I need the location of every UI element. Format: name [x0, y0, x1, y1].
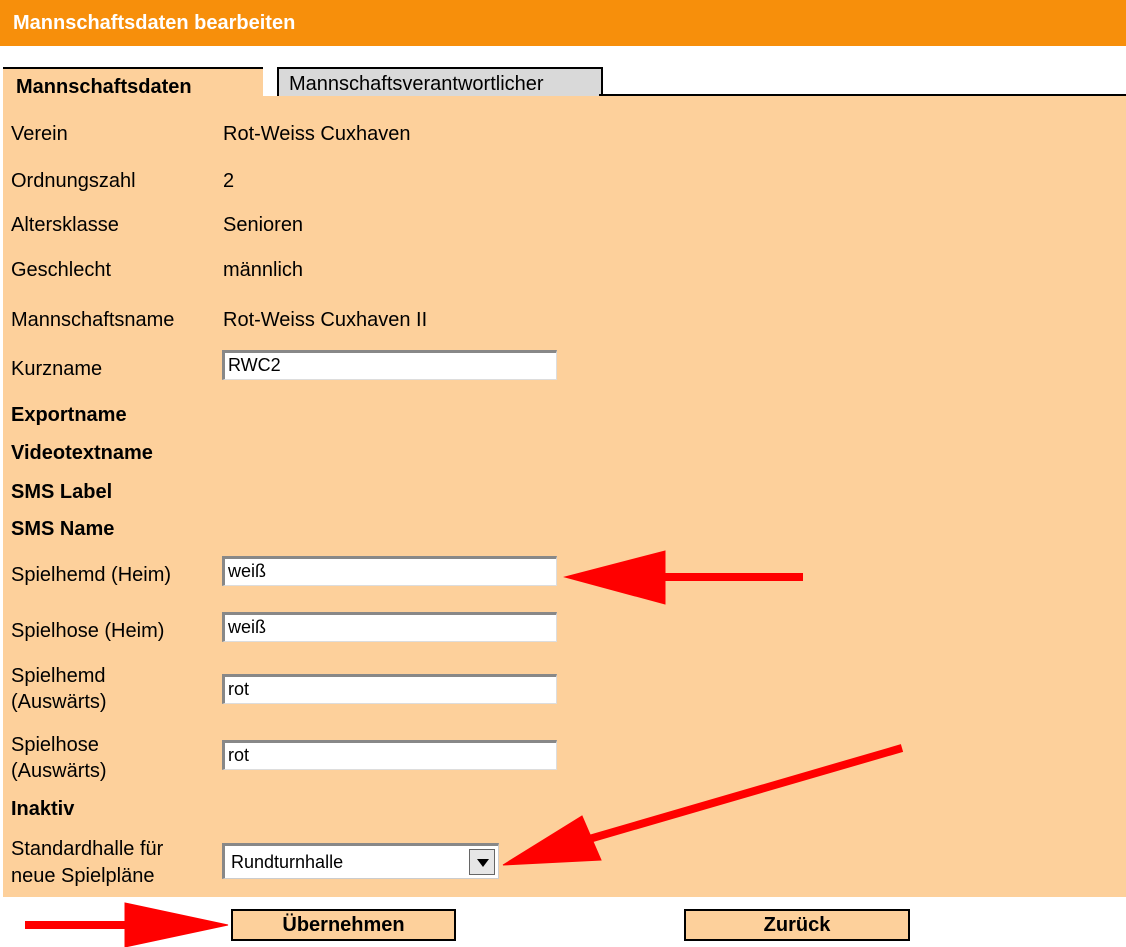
standardhalle-selected-value: Rundturnhalle	[231, 852, 344, 872]
kurzname-label: Kurzname	[11, 358, 103, 380]
form-panel	[3, 96, 1126, 897]
mannschaftsname-label: Mannschaftsname	[11, 309, 175, 331]
spielhose-heim-input[interactable]: weiß	[222, 612, 557, 642]
tab-mannschaftsdaten[interactable]: Mannschaftsdaten	[3, 67, 263, 99]
verein-label: Verein	[11, 123, 68, 145]
altersklasse-value: Senioren	[223, 214, 304, 236]
exportname-label: Exportname	[11, 404, 127, 426]
geschlecht-label: Geschlecht	[11, 259, 112, 281]
spielhose-auswaerts-input[interactable]: rot	[222, 740, 557, 770]
spielhose-heim-label: Spielhose (Heim)	[11, 620, 165, 642]
spielhose-auswaerts-label-1: Spielhose	[11, 734, 99, 756]
tab-label: Mannschaftsdaten	[16, 76, 192, 98]
zurueck-button[interactable]: Zurück	[684, 909, 910, 941]
tab-mannschaftsverantwortlicher[interactable]: Mannschaftsverantwortlicher	[277, 67, 603, 96]
spielhemd-heim-input[interactable]: weiß	[222, 556, 557, 586]
spielhose-auswaerts-label-2: (Auswärts)	[11, 760, 107, 782]
tab-label: Mannschaftsverantwortlicher	[289, 73, 544, 95]
verein-value: Rot-Weiss Cuxhaven	[223, 123, 411, 145]
inaktiv-label: Inaktiv	[11, 798, 75, 820]
standardhalle-select[interactable]: Rundturnhalle	[222, 843, 499, 879]
chevron-down-icon[interactable]	[469, 849, 495, 875]
spielhemd-heim-label: Spielhemd (Heim)	[11, 564, 172, 586]
spielhemd-auswaerts-label-1: Spielhemd	[11, 665, 106, 687]
ordnungszahl-label: Ordnungszahl	[11, 170, 136, 192]
page-header: Mannschaftsdaten bearbeiten	[0, 0, 1126, 46]
altersklasse-label: Altersklasse	[11, 214, 119, 236]
sms-name-label: SMS Name	[11, 518, 115, 540]
kurzname-input[interactable]: RWC2	[222, 350, 557, 380]
spielhemd-auswaerts-label-2: (Auswärts)	[11, 691, 107, 713]
videotextname-label: Videotextname	[11, 442, 153, 464]
sms-label-label: SMS Label	[11, 481, 113, 503]
geschlecht-value: männlich	[223, 259, 304, 281]
page-title: Mannschaftsdaten bearbeiten	[13, 12, 296, 34]
uebernehmen-button[interactable]: Übernehmen	[231, 909, 456, 941]
mannschaftsname-value: Rot-Weiss Cuxhaven II	[223, 309, 428, 331]
standardhalle-label-1: Standardhalle für	[11, 838, 164, 860]
standardhalle-label-2: neue Spielpläne	[11, 865, 155, 887]
spielhemd-auswaerts-input[interactable]: rot	[222, 674, 557, 704]
ordnungszahl-value: 2	[223, 170, 235, 192]
arrow-icon	[25, 902, 229, 947]
